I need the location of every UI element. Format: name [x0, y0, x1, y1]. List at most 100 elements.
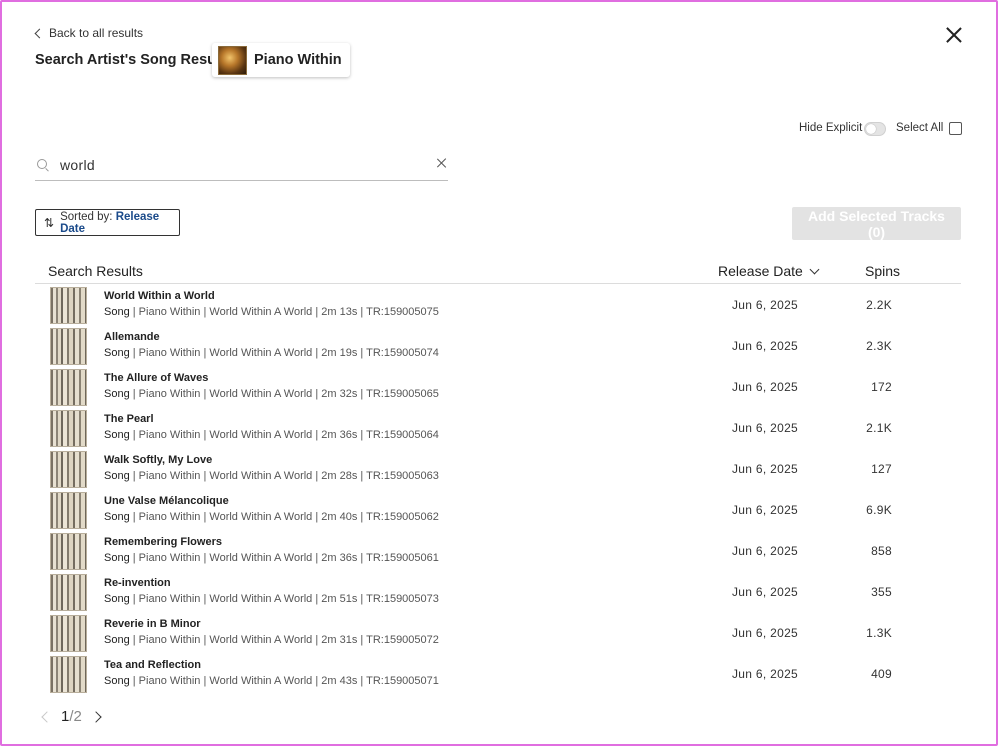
sort-label: Sorted by: — [60, 210, 113, 223]
current-page: 1 — [61, 708, 70, 725]
track-name: The Pearl — [104, 413, 154, 425]
artist-thumbnail — [218, 45, 247, 75]
track-type: Song — [104, 552, 130, 564]
track-details: | Piano Within | World Within A World | … — [129, 552, 439, 564]
track-release-date: Jun 6, 2025 — [732, 544, 799, 558]
track-meta: Song | Piano Within | World Within A Wor… — [104, 306, 439, 318]
chevron-left-icon[interactable] — [41, 710, 53, 723]
track-details: | Piano Within | World Within A World | … — [129, 511, 439, 523]
track-release-date: Jun 6, 2025 — [732, 503, 799, 517]
track-details: | Piano Within | World Within A World | … — [129, 593, 439, 605]
search-icon — [37, 159, 47, 169]
search-bar — [35, 150, 448, 181]
track-name: Tea and Reflection — [104, 659, 201, 671]
track-row[interactable]: Remembering Flowers Song | Piano Within … — [35, 531, 961, 572]
track-name: Remembering Flowers — [104, 536, 222, 548]
track-type: Song — [104, 511, 130, 523]
artist-name: Piano Within — [254, 52, 342, 68]
track-release-date: Jun 6, 2025 — [732, 667, 799, 681]
track-row[interactable]: Re-invention Song | Piano Within | World… — [35, 572, 961, 613]
track-spins: 1.3K — [866, 626, 892, 640]
track-spins: 2.2K — [866, 298, 892, 312]
track-release-date: Jun 6, 2025 — [732, 339, 799, 353]
track-row[interactable]: Une Valse Mélancolique Song | Piano With… — [35, 490, 961, 531]
track-details: | Piano Within | World Within A World | … — [129, 675, 439, 687]
track-name: Walk Softly, My Love — [104, 454, 213, 466]
track-details: | Piano Within | World Within A World | … — [129, 347, 439, 359]
track-release-date: Jun 6, 2025 — [732, 626, 799, 640]
track-type: Song — [104, 634, 130, 646]
track-spins: 172 — [871, 380, 892, 394]
track-release-date: Jun 6, 2025 — [732, 421, 799, 435]
album-thumbnail — [50, 574, 87, 611]
select-all-label: Select All — [896, 122, 944, 134]
track-name: Allemande — [104, 331, 160, 343]
track-meta: Song | Piano Within | World Within A Wor… — [104, 511, 439, 523]
track-release-date: Jun 6, 2025 — [732, 585, 799, 599]
album-thumbnail — [50, 410, 87, 447]
search-results-header: Search Results — [48, 263, 143, 279]
clear-icon[interactable] — [437, 158, 447, 168]
header-divider — [35, 283, 961, 284]
add-selected-tracks-button[interactable]: Add Selected Tracks (0) — [792, 207, 961, 240]
track-meta: Song | Piano Within | World Within A Wor… — [104, 347, 439, 359]
track-row[interactable]: Walk Softly, My Love Song | Piano Within… — [35, 449, 961, 490]
album-thumbnail — [50, 492, 87, 529]
track-release-date: Jun 6, 2025 — [732, 380, 799, 394]
track-spins: 355 — [871, 585, 892, 599]
track-spins: 409 — [871, 667, 892, 681]
toggle-knob — [866, 124, 876, 134]
track-meta: Song | Piano Within | World Within A Wor… — [104, 470, 439, 482]
track-meta: Song | Piano Within | World Within A Wor… — [104, 593, 439, 605]
track-meta: Song | Piano Within | World Within A Wor… — [104, 388, 439, 400]
track-release-date: Jun 6, 2025 — [732, 462, 799, 476]
track-spins: 127 — [871, 462, 892, 476]
select-all-checkbox[interactable] — [949, 122, 962, 135]
track-spins: 6.9K — [866, 503, 892, 517]
track-row[interactable]: Allemande Song | Piano Within | World Wi… — [35, 326, 961, 367]
track-row[interactable]: Tea and Reflection Song | Piano Within |… — [35, 654, 961, 695]
track-type: Song — [104, 429, 130, 441]
hide-explicit-label: Hide Explicit — [799, 122, 863, 134]
track-spins: 858 — [871, 544, 892, 558]
track-row[interactable]: Reverie in B Minor Song | Piano Within |… — [35, 613, 961, 654]
track-meta: Song | Piano Within | World Within A Wor… — [104, 552, 439, 564]
track-spins: 2.1K — [866, 421, 892, 435]
hide-explicit-toggle[interactable] — [864, 122, 886, 136]
sort-button[interactable]: ⇅ Sorted by: Release Date — [35, 209, 180, 236]
album-thumbnail — [50, 451, 87, 488]
track-row[interactable]: The Allure of Waves Song | Piano Within … — [35, 367, 961, 408]
sort-arrows-icon: ⇅ — [44, 215, 55, 230]
modal-frame: Back to all results Search Artist's Song… — [0, 0, 998, 746]
pagination: 1 / 2 — [39, 708, 102, 725]
track-type: Song — [104, 470, 130, 482]
track-meta: Song | Piano Within | World Within A Wor… — [104, 429, 439, 441]
release-date-sort-header[interactable]: Release Date — [718, 263, 820, 279]
track-name: Re-invention — [104, 577, 171, 589]
close-icon[interactable] — [944, 25, 964, 45]
album-thumbnail — [50, 656, 87, 693]
track-type: Song — [104, 306, 130, 318]
track-row[interactable]: World Within a World Song | Piano Within… — [35, 285, 961, 326]
track-type: Song — [104, 675, 130, 687]
track-name: Reverie in B Minor — [104, 618, 201, 630]
track-details: | Piano Within | World Within A World | … — [129, 634, 439, 646]
search-input[interactable] — [58, 154, 422, 176]
track-name: The Allure of Waves — [104, 372, 209, 384]
track-meta: Song | Piano Within | World Within A Wor… — [104, 675, 439, 687]
track-spins: 2.3K — [866, 339, 892, 353]
chevron-right-icon[interactable] — [90, 710, 102, 723]
spins-header: Spins — [865, 263, 901, 279]
total-pages: 2 — [73, 708, 82, 725]
album-thumbnail — [50, 533, 87, 570]
album-thumbnail — [50, 328, 87, 365]
track-row[interactable]: The Pearl Song | Piano Within | World Wi… — [35, 408, 961, 449]
track-details: | Piano Within | World Within A World | … — [129, 429, 439, 441]
track-type: Song — [104, 593, 130, 605]
back-link[interactable]: Back to all results — [34, 26, 143, 40]
artist-chip[interactable]: Piano Within — [212, 43, 350, 77]
album-thumbnail — [50, 615, 87, 652]
track-details: | Piano Within | World Within A World | … — [129, 470, 439, 482]
track-name: Une Valse Mélancolique — [104, 495, 229, 507]
chevron-down-icon — [809, 264, 820, 274]
